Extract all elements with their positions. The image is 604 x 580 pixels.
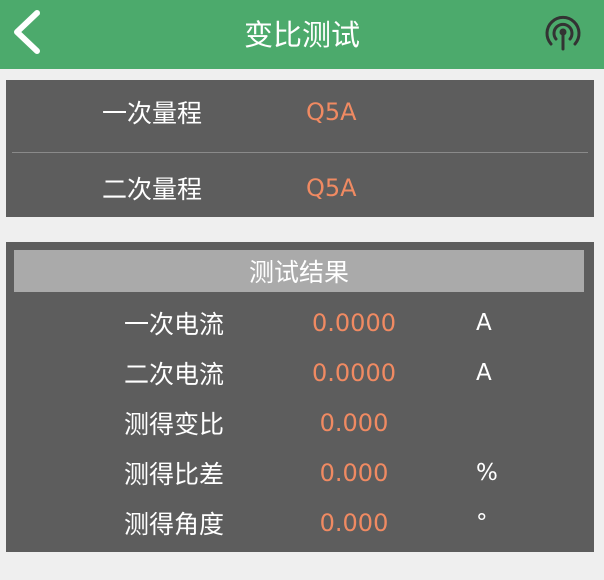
ratio-error-row: 测得比差 0.000 % bbox=[6, 448, 594, 498]
ratio-error-label: 测得比差 bbox=[124, 460, 225, 489]
page-title: 变比测试 bbox=[243, 18, 360, 52]
measured-angle-unit: ° bbox=[476, 510, 488, 536]
result-panel: 测试结果 一次电流 0.0000 A 二次电流 0.0000 A 测得变比 0.… bbox=[6, 242, 594, 552]
signal-button[interactable] bbox=[540, 12, 586, 54]
measured-angle-value: 0.000 bbox=[319, 509, 389, 537]
app-header: 变比测试 bbox=[0, 0, 604, 69]
primary-current-unit: A bbox=[476, 310, 492, 336]
primary-current-value: 0.0000 bbox=[312, 309, 396, 337]
ratio-error-value: 0.000 bbox=[319, 459, 389, 487]
measured-ratio-row: 测得变比 0.000 bbox=[6, 398, 594, 448]
measured-ratio-label: 测得变比 bbox=[124, 410, 225, 439]
secondary-current-value: 0.0000 bbox=[312, 359, 396, 387]
range-divider bbox=[12, 152, 588, 153]
secondary-range-row[interactable]: 二次量程 Q5A bbox=[6, 158, 594, 218]
measured-angle-label: 测得角度 bbox=[124, 510, 225, 539]
primary-range-value[interactable]: Q5A bbox=[306, 82, 357, 142]
primary-current-label: 一次电流 bbox=[124, 310, 225, 339]
measured-angle-row: 测得角度 0.000 ° bbox=[6, 498, 594, 548]
primary-range-row[interactable]: 一次量程 Q5A bbox=[6, 82, 594, 142]
secondary-range-value[interactable]: Q5A bbox=[306, 158, 357, 218]
ratio-error-unit: % bbox=[476, 460, 498, 486]
secondary-current-unit: A bbox=[476, 360, 492, 386]
range-panel: 一次量程 Q5A 二次量程 Q5A bbox=[6, 80, 594, 217]
secondary-current-label: 二次电流 bbox=[124, 360, 225, 389]
primary-current-row: 一次电流 0.0000 A bbox=[6, 298, 594, 348]
broadcast-signal-icon bbox=[545, 15, 581, 51]
measured-ratio-value: 0.000 bbox=[319, 409, 389, 437]
secondary-range-label: 二次量程 bbox=[102, 175, 203, 204]
secondary-current-row: 二次电流 0.0000 A bbox=[6, 348, 594, 398]
result-title: 测试结果 bbox=[14, 250, 584, 292]
primary-range-label: 一次量程 bbox=[102, 99, 203, 128]
